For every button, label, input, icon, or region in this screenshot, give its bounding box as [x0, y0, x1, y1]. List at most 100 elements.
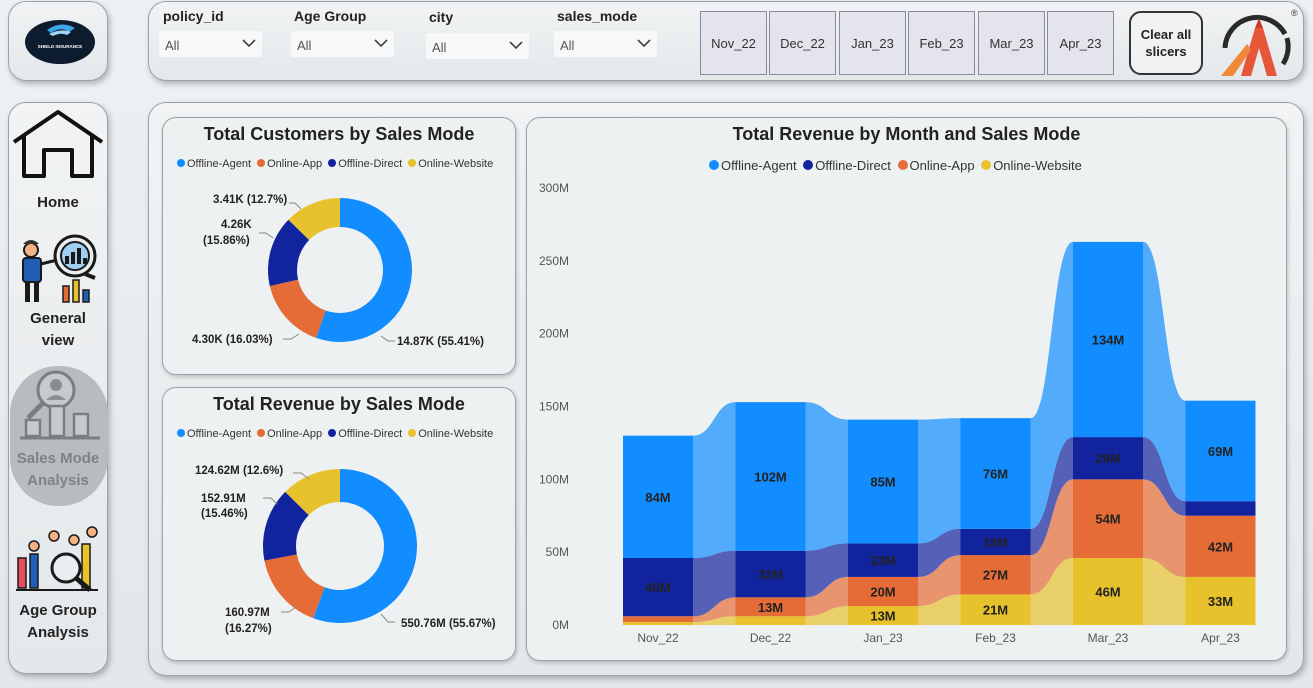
nav-home-label[interactable]: Home — [8, 192, 108, 214]
age-group-value: All — [297, 38, 312, 53]
age-group-dropdown[interactable]: All — [291, 31, 394, 57]
nav-sales-line1: Sales Mode — [16, 450, 100, 467]
revenue-label-agent: 550.76M (55.67%) — [401, 618, 496, 630]
customers-card-title: Total Customers by Sales Mode — [203, 124, 475, 144]
clear-all-slicers-button[interactable]: Clear all slicers — [1129, 11, 1203, 75]
x-tick-label: Mar_23 — [1088, 631, 1129, 645]
bar-data-label: 69M — [1208, 444, 1233, 459]
x-tick-label: Apr_23 — [1201, 631, 1240, 645]
month-button-dec-22[interactable]: Dec_22 — [769, 11, 836, 75]
nav-sales-mode-label[interactable]: Sales Mode Analysis — [8, 448, 108, 492]
bar-data-label: 13M — [758, 600, 783, 615]
general-view-icon[interactable] — [15, 228, 105, 306]
bar-data-label: 32M — [758, 567, 783, 582]
customers-by-sales-mode-card: Total Customers by Sales Mode Offline-Ag… — [162, 117, 516, 375]
legend-item: Online-Website — [408, 158, 493, 170]
revenue-label-app: 160.97M — [225, 607, 270, 619]
ribbon-offline-agent[interactable] — [918, 418, 961, 544]
ribbon-offline-agent[interactable] — [693, 402, 736, 558]
bar-segment-online-website[interactable] — [623, 622, 693, 625]
bar-segment-online-app[interactable] — [623, 616, 693, 623]
slicer-title-policy-id: policy_id — [163, 8, 224, 24]
age-group-analysis-icon[interactable] — [12, 524, 102, 596]
revenue-label-direct-pct: (15.46%) — [201, 508, 248, 520]
nav-general-line2: view — [41, 332, 75, 349]
policy-id-dropdown[interactable]: All — [159, 31, 262, 57]
legend-item: Offline-Agent — [177, 428, 251, 440]
revenue-legend: Offline-Agent Online-App Offline-Direct … — [177, 428, 496, 440]
shield-insurance-logo: SHIELD INSURANCE — [25, 20, 95, 64]
chevron-down-icon — [637, 39, 651, 48]
y-tick-label: 250M — [539, 254, 569, 268]
bar-data-label: 134M — [1092, 332, 1125, 347]
revenue-donut-chart: 124.62M (12.6%) 152.91M (15.46%) 160.97M… — [195, 465, 496, 635]
slicer-bar: policy_id All Age Group All city All sal… — [148, 1, 1304, 81]
bar-data-label: 21M — [983, 603, 1008, 618]
chevron-down-icon — [509, 41, 523, 50]
sales-mode-dropdown[interactable]: All — [554, 31, 657, 57]
y-tick-label: 300M — [539, 181, 569, 195]
nav-age-group-label[interactable]: Age Group Analysis — [8, 600, 108, 644]
chevron-down-icon — [374, 39, 388, 48]
bar-data-label: 20M — [870, 584, 895, 599]
clear-label-line1: Clear all — [1140, 27, 1192, 42]
legend-item: Online-App — [257, 158, 322, 170]
nav-age-line2: Analysis — [27, 624, 89, 641]
ribbon-offline-agent[interactable] — [805, 402, 849, 551]
bar-data-label: 13M — [870, 609, 895, 624]
legend-dot — [257, 429, 266, 437]
bar-data-label: 40M — [645, 580, 670, 595]
month-button-apr-23[interactable]: Apr_23 — [1047, 11, 1114, 75]
city-value: All — [432, 40, 447, 55]
bar-data-label: 76M — [983, 467, 1008, 482]
customers-donut-chart: 3.41K (12.7%) 4.26K (15.86%) 4.30K (16.0… — [192, 194, 484, 348]
revenue-by-month-card: Total Revenue by Month and Sales Mode Of… — [526, 117, 1287, 661]
clear-label-line2: slicers — [1145, 44, 1187, 59]
donut-slice-online-app[interactable] — [269, 279, 326, 338]
month-button-jan-23[interactable]: Jan_23 — [839, 11, 906, 75]
customers-label-website: 3.41K (12.7%) — [213, 194, 287, 206]
y-tick-label: 50M — [546, 545, 569, 559]
policy-id-value: All — [165, 38, 180, 53]
home-icon[interactable] — [10, 108, 106, 180]
bar-segment-online-website[interactable] — [735, 616, 806, 625]
customers-label-direct-pct: (15.86%) — [203, 235, 250, 247]
donut-slice-online-app[interactable] — [264, 554, 325, 619]
month-button-nov-22[interactable]: Nov_22 — [700, 11, 767, 75]
bar-data-label: 84M — [645, 490, 670, 505]
legend-item: Offline-Direct — [328, 428, 402, 440]
sales-mode-analysis-icon[interactable] — [14, 368, 104, 444]
nav-general-view-label[interactable]: General view — [8, 308, 108, 352]
y-tick-label: 150M — [539, 400, 569, 414]
x-tick-label: Nov_22 — [637, 631, 679, 645]
bar-data-label: 29M — [1095, 451, 1120, 466]
legend-item: Offline-Direct — [328, 158, 402, 170]
x-tick-label: Jan_23 — [863, 631, 903, 645]
nav-sales-line2: Analysis — [27, 472, 89, 489]
bar-data-label: 18M — [983, 535, 1008, 550]
revenue-label-website: 124.62M (12.6%) — [195, 465, 283, 477]
svg-text:®: ® — [1291, 8, 1298, 18]
sales-mode-value: All — [560, 38, 575, 53]
bar-data-label: 46M — [1095, 584, 1120, 599]
customers-label-app: 4.30K (16.03%) — [192, 334, 273, 346]
month-button-mar-23[interactable]: Mar_23 — [978, 11, 1045, 75]
svg-text:SHIELD INSURANCE: SHIELD INSURANCE — [38, 44, 83, 49]
bar-data-label: 23M — [870, 553, 895, 568]
month-button-feb-23[interactable]: Feb_23 — [908, 11, 975, 75]
bar-data-label: 33M — [1208, 594, 1233, 609]
slicer-title-sales-mode: sales_mode — [557, 8, 638, 24]
city-dropdown[interactable]: All — [426, 33, 529, 59]
legend-dot — [257, 159, 266, 167]
bar-segment-offline-direct[interactable] — [1185, 501, 1256, 516]
y-tick-label: 100M — [539, 472, 569, 486]
x-tick-label: Dec_22 — [750, 631, 792, 645]
legend-dot — [328, 429, 337, 437]
revenue-card-title: Total Revenue by Sales Mode — [213, 394, 465, 414]
bar-data-label: 85M — [870, 475, 895, 490]
y-tick-label: 200M — [539, 327, 569, 341]
revenue-label-direct: 152.91M — [201, 493, 246, 505]
customers-label-direct: 4.26K — [221, 219, 252, 231]
slicer-title-city: city — [429, 9, 454, 25]
legend-dot — [408, 159, 417, 167]
